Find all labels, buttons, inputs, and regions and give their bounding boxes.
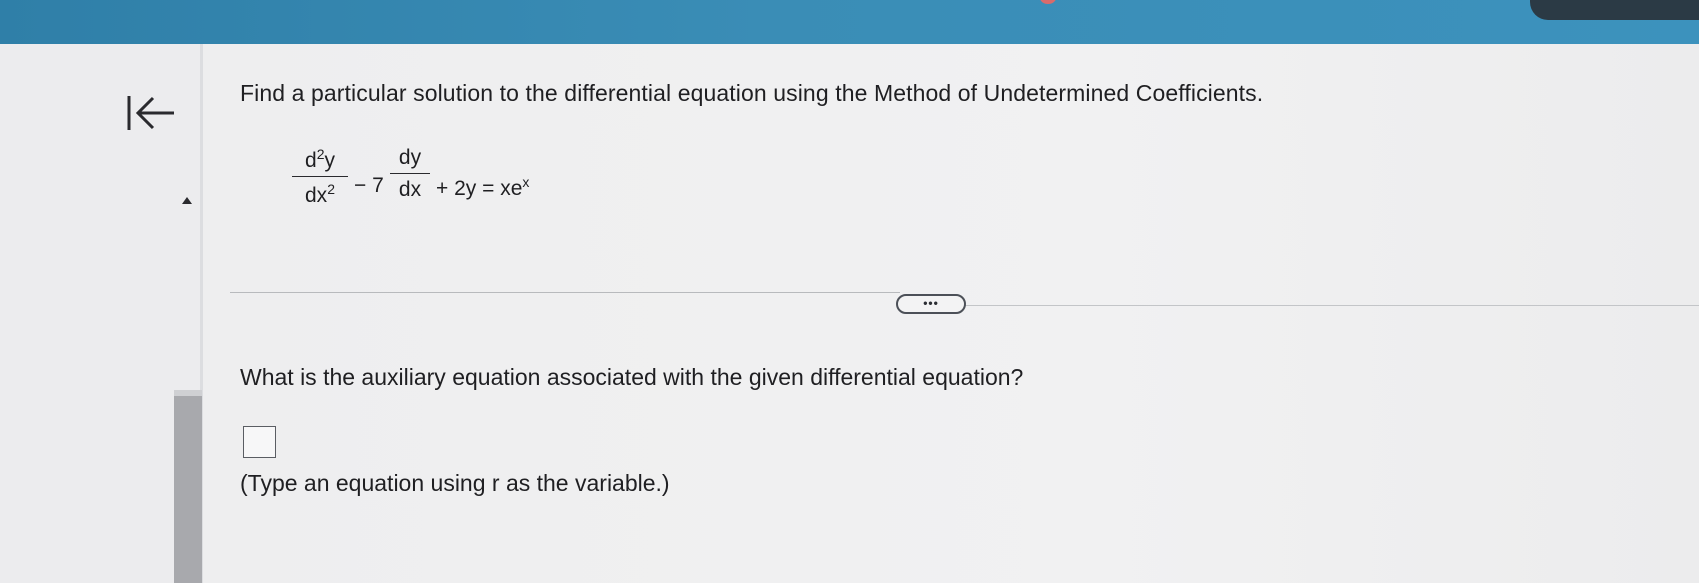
answer-input[interactable] [243, 426, 276, 458]
numerator-variable: y [324, 149, 335, 172]
denominator-dx: dx [305, 184, 328, 207]
scrollbar-thumb[interactable] [174, 396, 202, 583]
question-title: Find a particular solution to the differ… [240, 80, 1264, 106]
section-divider [230, 292, 900, 293]
fraction-bar [292, 176, 348, 177]
answer-hint: (Type an equation using r as the variabl… [240, 470, 670, 496]
equation-rest: + 2y = xex [436, 174, 529, 201]
back-to-start-icon[interactable] [126, 90, 180, 136]
numerator-d: d [305, 149, 317, 172]
section-divider-right [962, 305, 1699, 306]
triangle-up-icon[interactable] [180, 194, 194, 208]
top-bar [0, 0, 1699, 44]
fraction-denominator: dx2 [292, 181, 348, 208]
rhs-exponent: x [522, 174, 530, 190]
fraction-numerator: d2y [292, 146, 348, 173]
fraction-numerator: dy [398, 146, 422, 169]
auxiliary-equation-question: What is the auxiliary equation associate… [240, 364, 1024, 390]
expand-more-button[interactable]: ••• [896, 294, 966, 314]
equation-rhs: + 2y = xe [436, 177, 523, 200]
denominator-exponent: 2 [327, 181, 335, 197]
first-derivative-fraction: dy dx [390, 146, 430, 202]
notification-dot [1040, 0, 1056, 4]
fraction-denominator: dx [398, 178, 422, 201]
second-derivative-fraction: d2y dx2 [292, 146, 348, 208]
top-right-control[interactable] [1530, 0, 1699, 20]
fraction-bar [390, 173, 430, 174]
differential-equation: d2y dx2 − 7 dy dx + 2y = xex [292, 146, 672, 226]
minus-seven: − 7 [354, 174, 384, 197]
